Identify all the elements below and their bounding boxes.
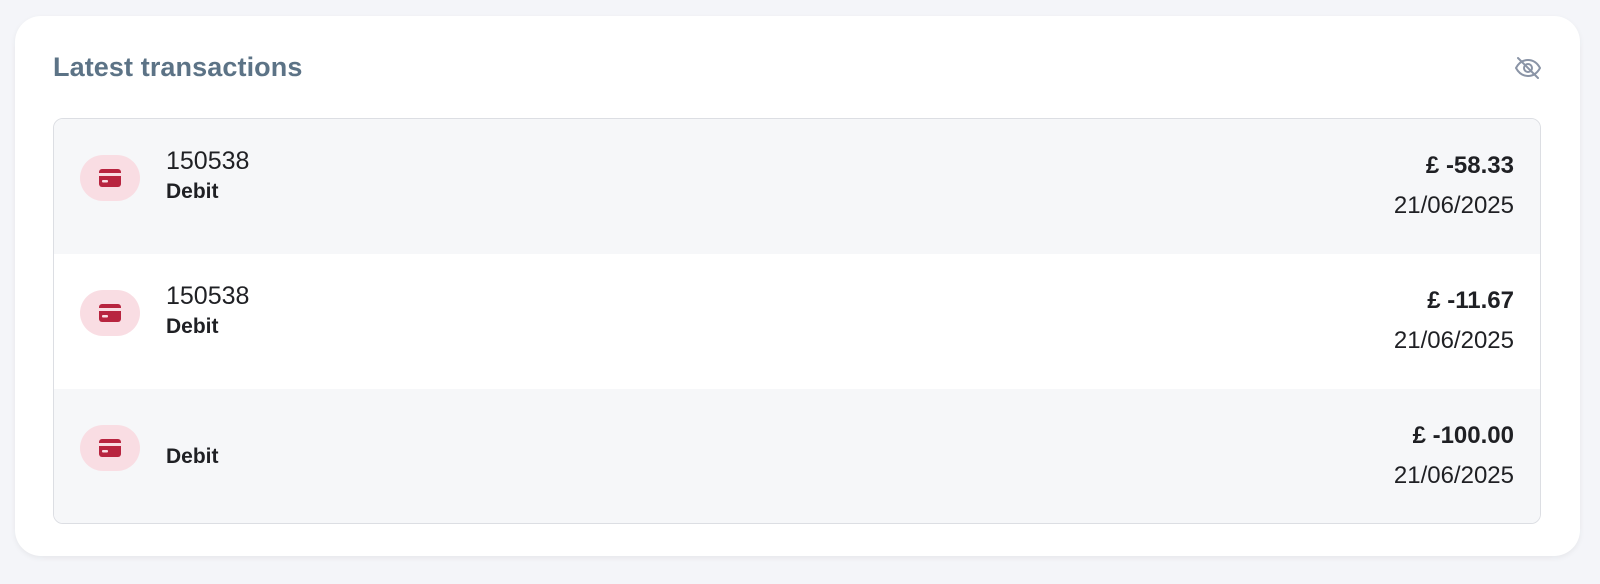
transaction-details: 150538 Debit [166, 280, 249, 342]
latest-transactions-card: Latest transactions 150538 Debit £ -58.3… [15, 16, 1580, 556]
credit-card-icon [99, 304, 121, 322]
transaction-date: 21/06/2025 [1393, 462, 1514, 489]
transaction-reference: 150538 [166, 282, 250, 310]
transaction-icon-badge [80, 290, 140, 336]
transaction-icon-badge [80, 155, 140, 201]
transaction-row[interactable]: Debit £ -100.00 21/06/2025 [54, 389, 1540, 523]
transaction-summary: £ -11.67 21/06/2025 [1394, 284, 1514, 357]
transaction-date: 21/06/2025 [1393, 327, 1514, 354]
eye-off-icon [1515, 57, 1541, 79]
credit-card-icon [99, 439, 121, 457]
hide-balances-button[interactable] [1512, 52, 1544, 84]
transaction-details: Debit [166, 389, 219, 523]
transaction-summary: £ -100.00 21/06/2025 [1394, 419, 1514, 492]
transaction-type: Debit [166, 315, 219, 338]
transaction-type: Debit [166, 180, 219, 203]
transaction-amount: £ -11.67 [1427, 287, 1514, 314]
transaction-date: 21/06/2025 [1393, 192, 1514, 219]
transaction-list: 150538 Debit £ -58.33 21/06/2025 150538 … [53, 118, 1541, 524]
transaction-row[interactable]: 150538 Debit £ -11.67 21/06/2025 [54, 254, 1540, 389]
transaction-details: 150538 Debit [166, 145, 249, 207]
transaction-reference: 150538 [166, 147, 250, 175]
transaction-row[interactable]: 150538 Debit £ -58.33 21/06/2025 [54, 119, 1540, 254]
transaction-icon-badge [80, 425, 140, 471]
transaction-summary: £ -58.33 21/06/2025 [1394, 149, 1514, 222]
credit-card-icon [99, 169, 121, 187]
transaction-type: Debit [166, 444, 219, 468]
transaction-amount: £ -100.00 [1412, 422, 1514, 449]
card-title: Latest transactions [53, 52, 303, 82]
transaction-amount: £ -58.33 [1425, 152, 1514, 179]
